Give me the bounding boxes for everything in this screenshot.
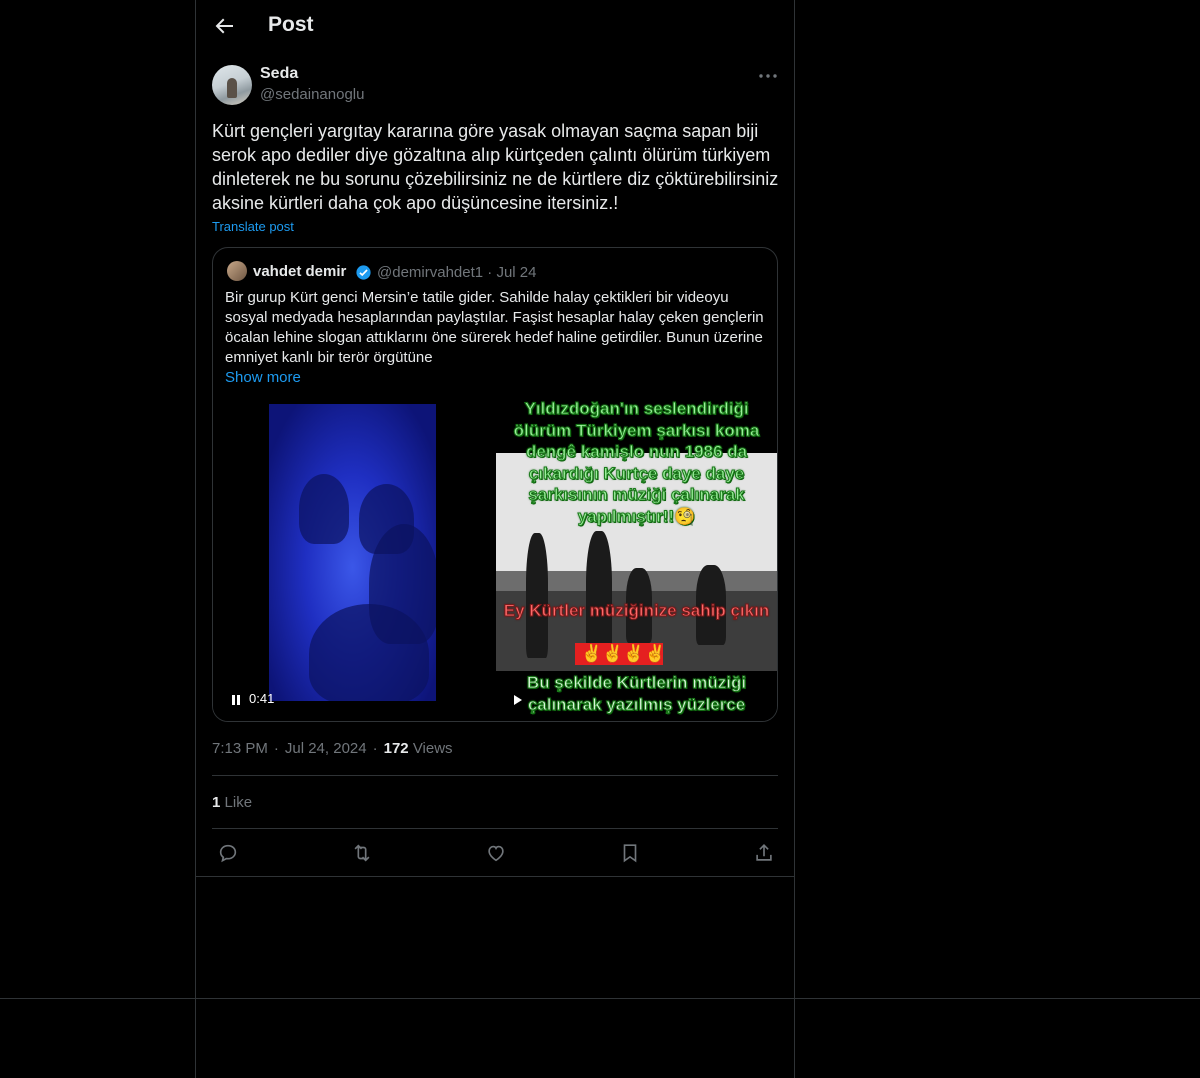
back-arrow-icon[interactable] xyxy=(212,14,236,38)
more-icon[interactable] xyxy=(756,66,780,86)
views-count: 172 xyxy=(383,740,409,757)
post-text: Kürt gençleri yargıtay kararına göre yas… xyxy=(212,121,779,213)
quoted-post[interactable]: vahdet demir @demirvahdet1 · Jul 24 Bir … xyxy=(212,247,778,722)
video-caption-bottom: Bu şekilde Kürtlerin müziği çalınarak ya… xyxy=(526,673,747,715)
views-label: Views xyxy=(412,740,453,757)
like-icon[interactable] xyxy=(485,842,507,864)
reply-icon[interactable] xyxy=(217,842,239,864)
translate-link[interactable]: Translate post xyxy=(212,219,294,234)
divider xyxy=(212,828,778,829)
video-time: 0:41 xyxy=(249,691,275,706)
page-header: Post xyxy=(196,0,794,53)
quote-handle-date: @demirvahdet1 · Jul 24 xyxy=(377,264,537,281)
bookmark-icon[interactable] xyxy=(619,842,641,864)
video-thumbnail-1[interactable] xyxy=(269,404,436,701)
post-date[interactable]: Jul 24, 2024 xyxy=(285,740,367,757)
divider xyxy=(196,876,794,877)
video-caption-hands: ✌️✌️✌️✌️ xyxy=(581,644,666,663)
play-icon[interactable] xyxy=(513,694,523,706)
share-icon[interactable] xyxy=(753,842,775,864)
author-handle[interactable]: @sedainanoglu xyxy=(260,86,364,103)
avatar[interactable] xyxy=(212,65,252,105)
likes-count: 1 xyxy=(212,794,221,811)
quote-avatar xyxy=(227,261,247,281)
quote-author-name: vahdet demir xyxy=(253,263,347,280)
action-bar xyxy=(196,840,794,868)
page-title: Post xyxy=(268,13,314,36)
quote-text: Bir gurup Kürt genci Mersin’e tatile gid… xyxy=(225,289,764,366)
quote-media[interactable]: 0:41 Yıldızdoğan'ın seslendirdiği ölürüm… xyxy=(213,396,777,721)
post-time[interactable]: 7:13 PM xyxy=(212,740,268,757)
pause-icon[interactable] xyxy=(231,694,241,706)
likes-summary[interactable]: 1 Like xyxy=(212,794,252,811)
divider xyxy=(212,775,778,776)
author-name[interactable]: Seda xyxy=(260,65,298,83)
likes-label: Like xyxy=(224,794,253,811)
main-column: Post Seda @sedainanoglu Kürt gençleri ya… xyxy=(195,0,795,1078)
retweet-icon[interactable] xyxy=(351,842,373,864)
post-meta: 7:13 PM · Jul 24, 2024 · 172 Views xyxy=(212,740,453,757)
video-caption-middle: Ey Kürtler müziğinize sahip çıkın xyxy=(503,601,770,621)
video-caption-top: Yıldızdoğan'ın seslendirdiği ölürüm Türk… xyxy=(513,399,760,527)
verified-badge-icon xyxy=(356,265,371,280)
show-more-link[interactable]: Show more xyxy=(225,369,301,386)
